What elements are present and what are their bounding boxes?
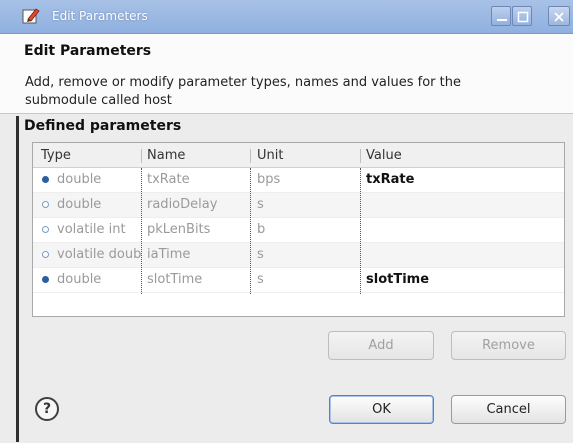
- parameter-marker-icon: [42, 226, 49, 233]
- dialog-description: Add, remove or modify parameter types, n…: [25, 75, 461, 108]
- column-separator[interactable]: [141, 149, 142, 163]
- parameter-marker-icon: [42, 176, 49, 183]
- help-icon[interactable]: ?: [35, 397, 59, 421]
- close-icon: [554, 12, 564, 22]
- cell-value[interactable]: txRate: [366, 172, 414, 187]
- window-title: Edit Parameters: [52, 9, 148, 23]
- cell-name[interactable]: pkLenBits: [147, 222, 210, 237]
- cell-name[interactable]: radioDelay: [147, 197, 217, 212]
- cell-value[interactable]: slotTime: [366, 272, 429, 287]
- cell-type[interactable]: double: [57, 172, 159, 187]
- column-header-unit[interactable]: Unit: [257, 148, 283, 163]
- cell-type[interactable]: volatile doub: [57, 247, 159, 262]
- column-divider: [250, 168, 251, 294]
- cell-unit[interactable]: s: [257, 272, 264, 287]
- cell-unit[interactable]: b: [257, 222, 265, 237]
- column-header-type[interactable]: Type: [41, 148, 71, 163]
- edit-parameters-dialog: Edit Parameters Edit Parameters Add, rem…: [0, 0, 573, 443]
- column-separator[interactable]: [360, 149, 361, 163]
- add-button[interactable]: Add: [328, 331, 434, 360]
- cell-name[interactable]: slotTime: [147, 272, 202, 287]
- remove-button[interactable]: Remove: [451, 331, 566, 360]
- column-header-value[interactable]: Value: [366, 148, 402, 163]
- dialog-header: Edit Parameters Add, remove or modify pa…: [0, 34, 573, 114]
- parameter-marker-icon: [42, 201, 49, 208]
- cancel-button[interactable]: Cancel: [451, 395, 566, 424]
- cell-unit[interactable]: bps: [257, 172, 280, 187]
- cell-unit[interactable]: s: [257, 197, 264, 212]
- column-divider: [141, 168, 142, 294]
- parameters-table[interactable]: Type Name Unit Value double txRate bps t…: [32, 142, 565, 317]
- minimize-button[interactable]: [491, 6, 511, 26]
- table-row[interactable]: double txRate bps txRate: [33, 168, 564, 193]
- maximize-button[interactable]: [512, 6, 532, 26]
- cell-type[interactable]: double: [57, 272, 159, 287]
- close-button[interactable]: [548, 6, 570, 26]
- table-row[interactable]: volatile doub iaTime s: [33, 243, 564, 268]
- table-row[interactable]: volatile int pkLenBits b: [33, 218, 564, 243]
- ok-button[interactable]: OK: [329, 395, 434, 424]
- table-row[interactable]: double slotTime s slotTime: [33, 268, 564, 293]
- cell-unit[interactable]: s: [257, 247, 264, 262]
- cell-name[interactable]: txRate: [147, 172, 190, 187]
- column-separator[interactable]: [250, 149, 251, 163]
- dialog-title: Edit Parameters: [24, 43, 152, 59]
- maximize-icon: [517, 11, 529, 23]
- table-row[interactable]: double radioDelay s: [33, 193, 564, 218]
- parameter-marker-icon: [42, 251, 49, 258]
- cell-name[interactable]: iaTime: [147, 247, 190, 262]
- title-bar[interactable]: Edit Parameters: [0, 0, 573, 34]
- cell-type[interactable]: double: [57, 197, 159, 212]
- column-header-name[interactable]: Name: [147, 148, 185, 163]
- table-header: Type Name Unit Value: [33, 143, 564, 168]
- cell-type[interactable]: volatile int: [57, 222, 159, 237]
- minimize-icon: [497, 19, 507, 21]
- parameter-marker-icon: [42, 276, 49, 283]
- left-border: [16, 116, 19, 442]
- column-divider: [360, 168, 361, 294]
- edit-parameters-icon: [22, 7, 40, 25]
- defined-parameters-label: Defined parameters: [24, 118, 182, 134]
